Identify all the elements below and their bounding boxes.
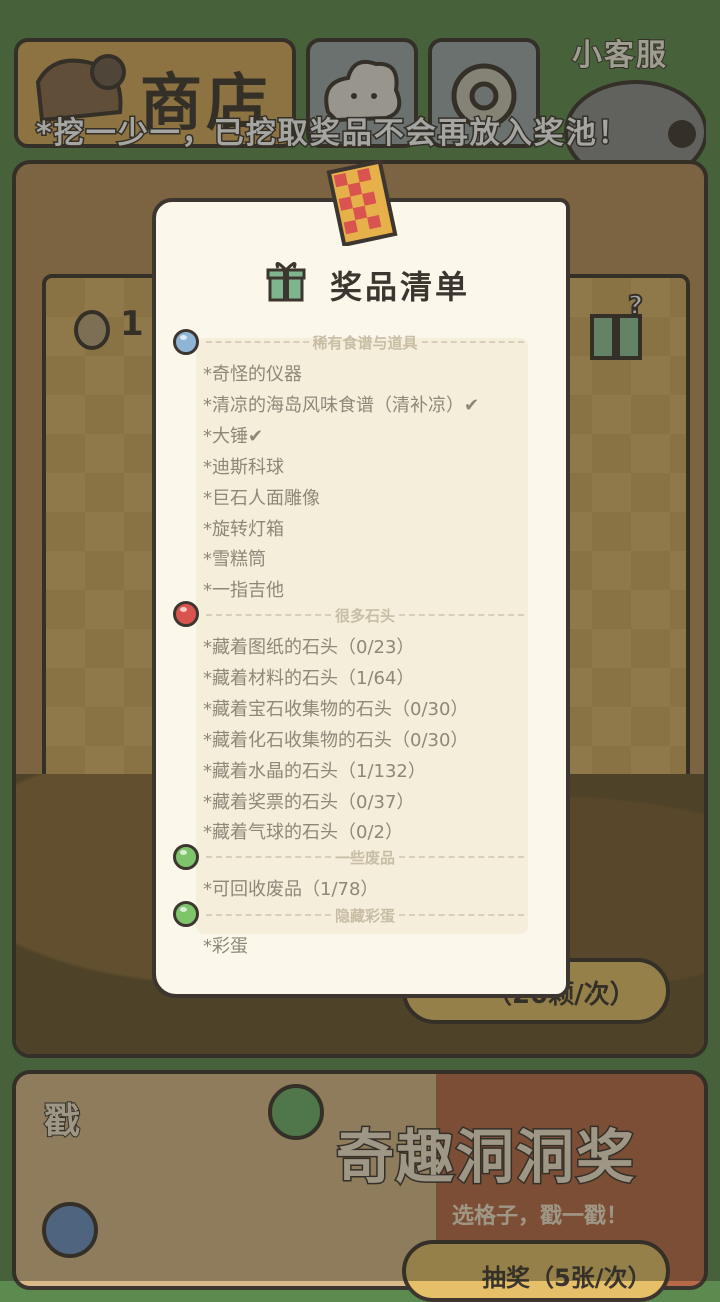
prize-item: *清凉的海岛风味食谱（清补凉）✔ [203, 395, 480, 416]
section-marker-green [173, 844, 199, 870]
prize-item: *藏着气球的石头（0/2） [203, 822, 403, 843]
prize-item: *迪斯科球 [203, 457, 284, 478]
prize-item: *可回收废品（1/78） [203, 879, 379, 900]
section-header-rare: 稀有食谱与道具 [206, 333, 525, 352]
check-icon: ✔ [248, 426, 264, 447]
prize-item: *藏着材料的石头（1/64） [203, 668, 415, 689]
section-marker-red [173, 601, 199, 627]
check-icon: ✔ [464, 395, 480, 416]
prize-item: *大锤✔ [203, 426, 264, 447]
ticket-icon [326, 160, 398, 246]
section-header-easter-egg: 隐藏彩蛋 [206, 906, 525, 925]
prize-item: *雪糕筒 [203, 549, 266, 570]
modal-title: 奖品清单 [330, 268, 471, 306]
prize-item: *藏着图纸的石头（0/23） [203, 637, 415, 658]
prize-item: *巨石人面雕像 [203, 488, 320, 509]
section-header-junk: 一些废品 [206, 848, 525, 867]
section-marker-green [173, 901, 199, 927]
prize-item: *藏着水晶的石头（1/132） [203, 761, 426, 782]
prize-item: *奇怪的仪器 [203, 364, 302, 385]
prize-item: *藏着宝石收集物的石头（0/30） [203, 699, 469, 720]
prize-item: *藏着化石收集物的石头（0/30） [203, 730, 469, 751]
prize-item: *旋转灯箱 [203, 519, 284, 540]
prize-item: *一指吉他 [203, 580, 284, 601]
prize-item: *藏着奖票的石头（0/37） [203, 792, 415, 813]
section-marker-blue [173, 329, 199, 355]
section-header-stones: 很多石头 [206, 606, 525, 625]
gift-icon [266, 262, 306, 302]
prize-item: *彩蛋 [203, 936, 248, 957]
